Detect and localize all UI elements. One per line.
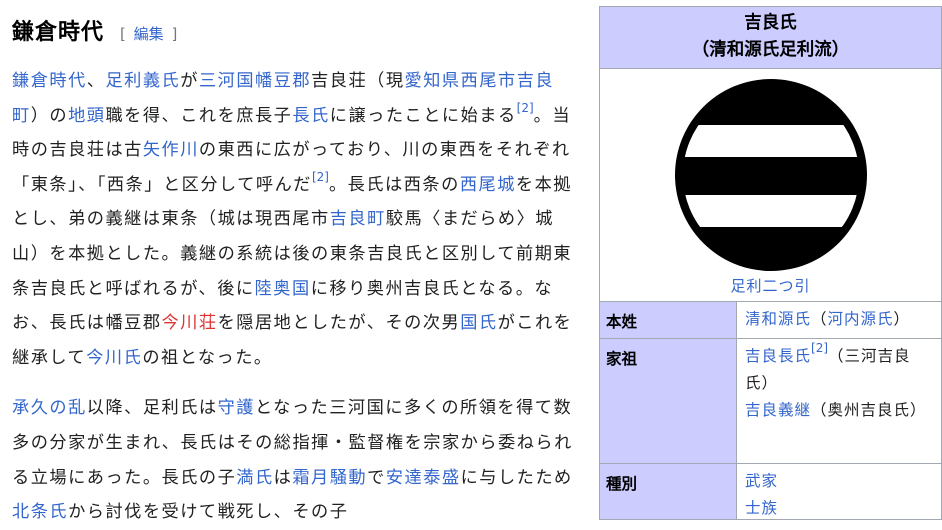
link-ashikaga-yoshiuji[interactable]: 足利義氏 <box>105 71 180 91</box>
infobox-title-line2: （清和源氏足利流） <box>691 40 850 60</box>
link-jito[interactable]: 地頭 <box>68 106 105 126</box>
link-kawachi-genji[interactable]: 河内源氏 <box>828 310 894 328</box>
infobox-value: 清和源氏（河内源氏） <box>737 302 941 338</box>
link-kira-yoshitsugu[interactable]: 吉良義継 <box>745 401 811 419</box>
text-span: ）の <box>30 105 69 126</box>
link-adachi-yasumori[interactable]: 安達泰盛 <box>386 468 461 488</box>
infobox-value: 武家 士族 <box>737 464 941 519</box>
infobox-row-kaso: 家祖 吉良長氏[2]（三河吉良氏） 吉良義継（奥州吉良氏） <box>600 339 941 464</box>
text-span: 、 <box>86 71 106 91</box>
paragraph-2: 承久の乱以降、足利氏は守護となった三河国に多くの所領を得て数多の分家が生まれ、長… <box>12 391 582 529</box>
link-jokyu-no-ran[interactable]: 承久の乱 <box>12 398 87 418</box>
infobox-row-shubetsu: 種別 武家 士族 <box>600 464 941 519</box>
text-span: に与したため <box>460 467 573 488</box>
infobox-image-cell: 足利二つ引 <box>600 69 941 302</box>
edit-bracket-open: [ <box>120 25 126 43</box>
text-span: を隠居地としたが、その次男 <box>217 313 461 334</box>
infobox-label: 種別 <box>600 464 737 519</box>
reference-link[interactable]: [2] <box>811 341 828 355</box>
text-span: 以降、足利氏は <box>86 398 218 419</box>
text-span: ） <box>893 310 911 328</box>
link-aichi-ken[interactable]: 愛知県 <box>405 71 461 91</box>
link-hazu-gun[interactable]: 幡豆郡 <box>255 71 311 91</box>
reference-link[interactable]: [2] <box>312 170 329 184</box>
redlink-imagawa-sho[interactable]: 今川荘 <box>162 313 218 333</box>
link-nishio-shi[interactable]: 西尾市 <box>461 71 517 91</box>
edit-section: [ 編集 ] <box>120 23 177 44</box>
link-kuniuji[interactable]: 国氏 <box>460 313 497 333</box>
section-heading: 鎌倉時代 [ 編集 ] <box>12 8 582 46</box>
link-shimotsuki-sodo[interactable]: 霜月騒動 <box>292 468 367 488</box>
edit-section-link[interactable]: 編集 <box>134 25 164 43</box>
kaso-entry: 吉良長氏[2]（三河吉良氏） <box>745 341 935 397</box>
text-span: の祖となった。 <box>142 347 273 368</box>
link-buke[interactable]: 武家 <box>745 472 778 490</box>
link-nishio-jo[interactable]: 西尾城 <box>460 175 516 195</box>
link-mutsu-no-kuni[interactable]: 陸奥国 <box>255 279 311 299</box>
link-kira-cho-2[interactable]: 吉良町 <box>330 209 386 229</box>
text-span: （奥州吉良氏） <box>811 401 927 419</box>
infobox-label: 本姓 <box>600 302 737 338</box>
infobox-value: 吉良長氏[2]（三河吉良氏） 吉良義継（奥州吉良氏） <box>737 339 941 463</box>
text-span: が <box>180 71 199 91</box>
text-span: （ <box>811 310 828 328</box>
link-imagawa-shi[interactable]: 今川氏 <box>86 348 142 368</box>
paragraph-1: 鎌倉時代、足利義氏が三河国幡豆郡吉良荘（現愛知県西尾市吉良町 ）の地頭職を得、これ… <box>12 64 582 375</box>
text-span: で <box>367 467 386 488</box>
text-span: から討伐を受けて戦死し、その子 <box>68 502 349 523</box>
link-mikawa-no-kuni[interactable]: 三河国 <box>199 71 255 91</box>
text-span: 。長氏は西条の <box>328 174 460 195</box>
text-span: に譲ったことに始まる <box>329 105 517 126</box>
edit-bracket-close: ] <box>171 25 178 43</box>
infobox-label: 家祖 <box>600 339 737 463</box>
link-yahagi-gawa[interactable]: 矢作川 <box>143 140 199 160</box>
link-seiwa-genji[interactable]: 清和源氏 <box>745 310 811 328</box>
reference-link[interactable]: [2] <box>517 101 534 115</box>
link-osauji[interactable]: 長氏 <box>292 106 329 126</box>
infobox-title: 吉良氏 （清和源氏足利流） <box>600 7 941 69</box>
infobox: 吉良氏 （清和源氏足利流） 足利二つ引 本姓 清和源氏（河内源氏） 家祖 吉良長… <box>599 6 942 520</box>
infobox-title-line1: 吉良氏 <box>744 13 797 33</box>
link-mitsuuji[interactable]: 満氏 <box>236 468 273 488</box>
link-shizoku[interactable]: 士族 <box>745 499 778 517</box>
infobox-row-honsei: 本姓 清和源氏（河内源氏） <box>600 302 941 339</box>
text-span: 吉良荘（現 <box>311 71 405 91</box>
text-span: 職を得、これを庶長子 <box>105 105 293 126</box>
infobox-image-caption[interactable]: 足利二つ引 <box>600 275 941 296</box>
section-title: 鎌倉時代 <box>12 20 105 45</box>
article-section: 鎌倉時代 [ 編集 ] 鎌倉時代、足利義氏が三河国幡豆郡吉良荘（現愛知県西尾市吉… <box>12 8 582 530</box>
link-kira-osauji[interactable]: 吉良長氏 <box>745 347 811 365</box>
link-kamakura-jidai[interactable]: 鎌倉時代 <box>12 71 87 91</box>
link-hojo-shi[interactable]: 北条氏 <box>12 502 68 522</box>
family-crest-icon[interactable] <box>667 77 875 273</box>
kaso-entry: 吉良義継（奥州吉良氏） <box>745 397 935 424</box>
link-shugo[interactable]: 守護 <box>218 398 255 418</box>
text-span: は <box>273 467 293 488</box>
